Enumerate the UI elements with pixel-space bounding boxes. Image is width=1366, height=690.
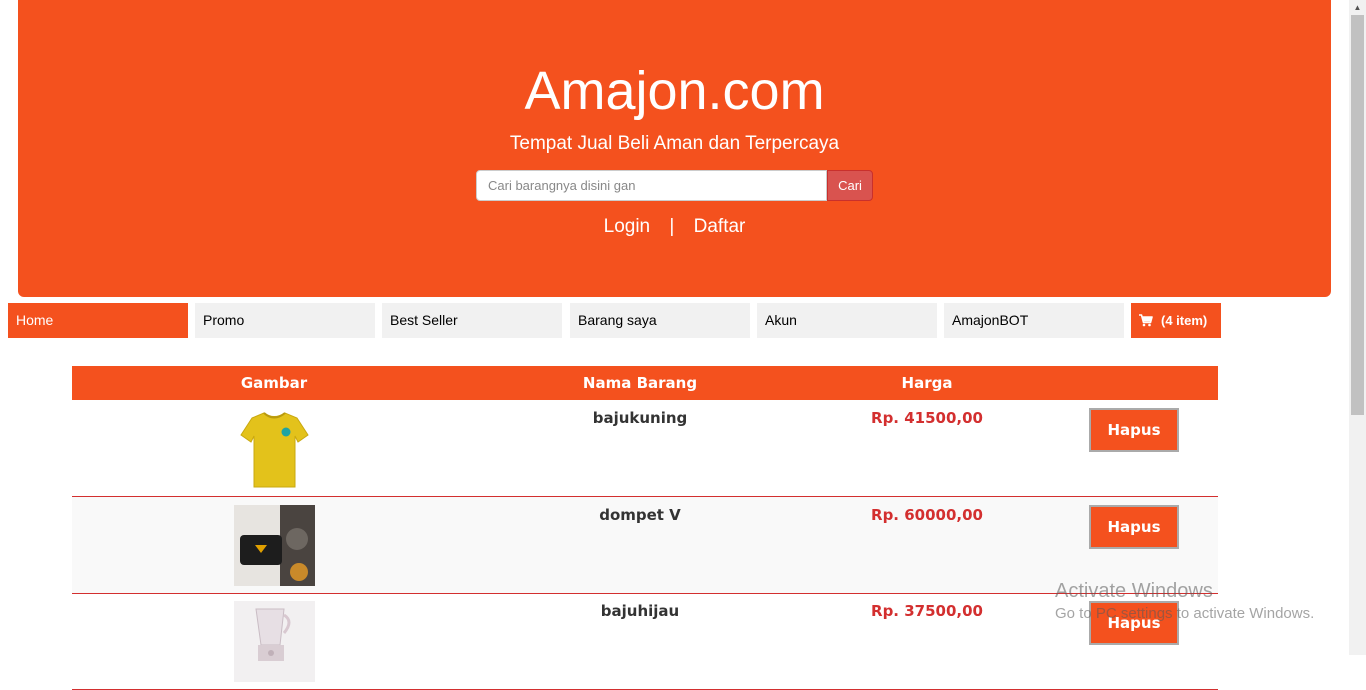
activate-windows-watermark: Activate Windows Go to PC settings to ac… — [1055, 580, 1314, 625]
product-image-black-wallet — [234, 505, 315, 586]
table-row: dompet V Rp. 60000,00 Hapus — [72, 497, 1218, 594]
nav-item-home[interactable]: Home — [8, 303, 188, 338]
search-bar: Cari — [476, 170, 873, 201]
product-image-yellow-tshirt — [234, 408, 315, 489]
nav-item-best-seller[interactable]: Best Seller — [382, 303, 562, 338]
nav-item-barang-saya[interactable]: Barang saya — [570, 303, 750, 338]
hapus-button[interactable]: Hapus — [1089, 408, 1179, 452]
register-link[interactable]: Daftar — [694, 215, 746, 239]
scroll-thumb[interactable] — [1351, 15, 1364, 415]
hero-header: Amajon.com Tempat Jual Beli Aman dan Ter… — [18, 0, 1331, 297]
search-button[interactable]: Cari — [827, 170, 873, 201]
cart-button[interactable]: (4 item) — [1131, 303, 1221, 338]
nav-item-promo[interactable]: Promo — [195, 303, 375, 338]
product-image-blender — [234, 601, 315, 682]
product-name: dompet V — [599, 506, 681, 524]
site-tagline: Tempat Jual Beli Aman dan Terpercaya — [509, 133, 840, 154]
header-nama-barang: Nama Barang — [582, 374, 698, 392]
site-title: Amajon.com — [524, 61, 825, 121]
auth-separator: | — [669, 216, 675, 237]
product-price: Rp. 37500,00 — [871, 602, 983, 620]
cart-count: (4 item) — [1161, 313, 1208, 328]
product-name: bajukuning — [592, 409, 688, 427]
table-row: bajukuning Rp. 41500,00 Hapus — [72, 400, 1218, 497]
cart-icon — [1139, 314, 1153, 327]
scroll-up-icon[interactable]: ▲ — [1349, 0, 1366, 15]
product-price: Rp. 41500,00 — [871, 409, 983, 427]
search-input[interactable] — [476, 170, 827, 201]
product-name: bajuhijau — [600, 602, 680, 620]
watermark-title: Activate Windows — [1055, 580, 1213, 602]
page-scrollbar[interactable]: ▲ — [1349, 0, 1366, 655]
watermark-subtitle: Go to PC settings to activate Windows. — [1055, 605, 1315, 622]
header-gambar: Gambar — [240, 374, 308, 392]
nav-item-akun[interactable]: Akun — [757, 303, 937, 338]
auth-links: Login | Daftar — [18, 215, 1331, 239]
header-harga: Harga — [901, 374, 953, 392]
cart-table-header: Gambar Nama Barang Harga — [72, 366, 1218, 400]
nav-item-amajonbot[interactable]: AmajonBOT — [944, 303, 1124, 338]
hapus-button[interactable]: Hapus — [1089, 505, 1179, 549]
login-link[interactable]: Login — [604, 215, 651, 239]
table-row: bajuhijau Rp. 37500,00 Hapus — [72, 593, 1218, 690]
product-price: Rp. 60000,00 — [871, 506, 983, 524]
